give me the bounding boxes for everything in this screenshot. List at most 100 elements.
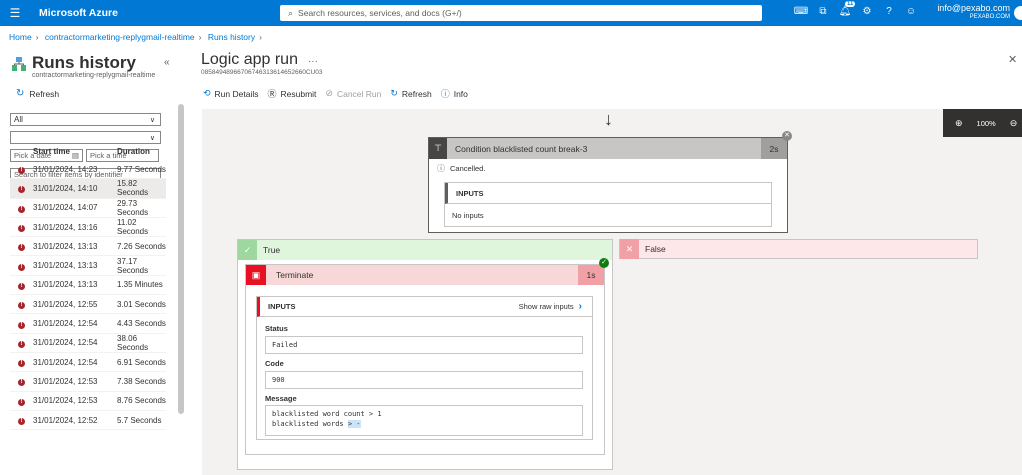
condition-icon: ⊤ (429, 138, 447, 159)
start-time-cell: 31/01/2024, 12:54 (33, 338, 98, 348)
condition-title: Condition blacklisted count break-3 (455, 143, 588, 154)
table-row[interactable]: ! 31/01/2024, 12:52 5.7 Seconds (10, 411, 166, 431)
condition-inputs-value: No inputs (452, 211, 484, 220)
run-details-button[interactable]: ⟲ Run Details (203, 88, 258, 99)
true-branch-header[interactable]: ✓ True (238, 240, 612, 260)
status-filter-value: All (14, 115, 23, 124)
search-icon: ⌕ (288, 7, 294, 18)
info-label: Info (453, 88, 468, 99)
table-row[interactable]: ! 31/01/2024, 12:54 6.91 Seconds (10, 353, 166, 373)
terminate-inputs-label: INPUTS (268, 302, 296, 311)
history-icon: ⟲ (203, 88, 211, 98)
refresh-runs-button[interactable]: ↻ Refresh (16, 88, 59, 99)
code-field-value: 900 (265, 371, 583, 389)
collapse-panel-icon[interactable]: « (164, 57, 170, 68)
terminate-title: Terminate (276, 270, 314, 280)
zoom-level: 100% (976, 118, 996, 128)
cloud-shell-icon[interactable]: ⌨ (790, 6, 812, 17)
logic-app-icon (12, 57, 26, 71)
account-menu[interactable]: info@pexabo.com PEXABO.COM (937, 3, 1010, 20)
notifications-icon[interactable]: 🔔︎ 11 (834, 1, 856, 17)
error-icon: ! (18, 167, 25, 175)
refresh-label: Refresh (401, 88, 432, 99)
breadcrumb-logic-app[interactable]: contractormarketing-replygmail-realtime (45, 32, 195, 42)
table-row[interactable]: ! 31/01/2024, 14:10 15.82 Seconds (10, 179, 166, 199)
run-id: 08584948966706746313614652660CU03 (201, 69, 323, 76)
table-row[interactable]: ! 31/01/2024, 12:54 4.43 Seconds (10, 314, 166, 334)
column-start-time[interactable]: Start time (33, 147, 117, 156)
refresh-icon: ↻ (390, 88, 398, 98)
panel-title: Runs history (32, 53, 136, 72)
top-icons: ⌨ ⧉ 🔔︎ 11 ⚙ ? ☺ (790, 1, 922, 17)
zoom-in-icon[interactable]: ⊕ (955, 118, 963, 129)
error-status-cell: ! (10, 319, 33, 329)
status-filter-dropdown[interactable]: All ∨ (10, 113, 161, 126)
table-row[interactable]: ! 31/01/2024, 12:54 38.06 Seconds (10, 334, 166, 353)
panel-scrollbar[interactable] (178, 104, 184, 414)
condition-header[interactable]: ⊤ Condition blacklisted count break-3 2s (429, 138, 787, 159)
help-icon[interactable]: ? (878, 6, 900, 17)
start-time-cell: 31/01/2024, 12:54 (33, 357, 98, 367)
breadcrumb-separator: › (35, 32, 39, 42)
runs-table: Start time Duration ! 31/01/2024, 14:23 9.… (10, 142, 166, 431)
terminate-inputs-header: INPUTS Show raw inputs › (257, 297, 592, 317)
terminate-header[interactable]: ▣ Terminate 1s (246, 265, 604, 285)
table-row[interactable]: ! 31/01/2024, 12:55 3.01 Seconds (10, 295, 166, 315)
table-row[interactable]: ! 31/01/2024, 14:07 29.73 Seconds (10, 199, 166, 218)
breadcrumb-home[interactable]: Home (9, 32, 32, 42)
top-bar: ☰ Microsoft Azure ⌕ Search resources, se… (0, 0, 1022, 26)
table-row[interactable]: ! 31/01/2024, 13:13 1.35 Minutes (10, 276, 166, 296)
search-placeholder: Search resources, services, and docs (G+… (298, 8, 462, 18)
more-options-icon[interactable]: ··· (308, 56, 318, 67)
resubmit-icon: Ⓡ (267, 89, 277, 99)
resubmit-button[interactable]: Ⓡ Resubmit (267, 87, 316, 100)
account-email: info@pexabo.com (937, 3, 1010, 13)
condition-card[interactable]: ⊤ Condition blacklisted count break-3 2s… (428, 137, 788, 233)
column-duration[interactable]: Duration (117, 147, 166, 156)
settings-gear-icon[interactable]: ⚙ (856, 6, 878, 17)
info-button[interactable]: ⓘ Info (441, 87, 468, 100)
false-branch-label: False (645, 244, 666, 254)
message-line: blacklisted word count > 1 (272, 410, 382, 418)
error-status-cell: ! (10, 299, 33, 310)
table-row[interactable]: ! 31/01/2024, 12:53 7.38 Seconds (10, 372, 166, 392)
refresh-label: Refresh (29, 88, 60, 99)
brand-title[interactable]: Microsoft Azure (39, 7, 118, 19)
terminate-icon: ▣ (246, 265, 266, 285)
chevron-down-icon: ∨ (149, 134, 155, 142)
table-row[interactable]: ! 31/01/2024, 13:13 7.26 Seconds (10, 237, 166, 257)
true-branch-label: True (263, 245, 281, 255)
duration-cell: 7.26 Seconds (117, 241, 166, 251)
cancelled-status-icon: ✕ (782, 131, 792, 141)
hamburger-menu-icon[interactable]: ☰ (0, 6, 30, 20)
close-icon[interactable]: ✕ (1008, 53, 1017, 66)
code-field-label: Code (265, 359, 284, 368)
avatar[interactable] (1014, 6, 1022, 20)
refresh-button[interactable]: ↻ Refresh (390, 88, 431, 99)
table-row[interactable]: ! 31/01/2024, 13:16 11.02 Seconds (10, 218, 166, 238)
directory-filter-icon[interactable]: ⧉ (812, 6, 834, 17)
start-time-cell: 31/01/2024, 12:54 (33, 319, 98, 329)
duration-cell: 8.76 Seconds (117, 396, 166, 406)
start-time-cell: 31/01/2024, 13:13 (33, 280, 98, 290)
duration-cell: 5.7 Seconds (117, 415, 162, 425)
refresh-icon: ↻ (16, 88, 25, 99)
error-icon: ! (18, 186, 25, 194)
panel-header: Runs history contractormarketing-replygm… (12, 54, 155, 79)
start-time-cell: 31/01/2024, 13:13 (33, 241, 98, 251)
show-raw-inputs-link[interactable]: Show raw inputs › (519, 301, 582, 312)
table-row[interactable]: ! 31/01/2024, 13:13 37.17 Seconds (10, 256, 166, 276)
breadcrumb-runs-history[interactable]: Runs history (208, 32, 255, 42)
chevron-down-icon: ∨ (149, 116, 155, 124)
cancel-run-button[interactable]: ⊘ Cancel Run (325, 88, 381, 99)
duration-cell: 9.77 Seconds (117, 164, 166, 174)
global-search-input[interactable]: ⌕ Search resources, services, and docs (… (280, 5, 762, 21)
feedback-icon[interactable]: ☺ (900, 6, 922, 17)
false-branch-header[interactable]: ✕ False (619, 239, 978, 259)
table-row[interactable]: ! 31/01/2024, 14:23 9.77 Seconds (10, 160, 166, 180)
toolbar: ⟲ Run Details Ⓡ Resubmit ⊘ Cancel Run ↻ Refr… (203, 87, 477, 100)
table-row[interactable]: ! 31/01/2024, 12:53 8.76 Seconds (10, 392, 166, 411)
zoom-out-icon[interactable]: ⊖ (1010, 118, 1018, 129)
error-icon: ! (18, 360, 25, 368)
error-status-cell: ! (10, 376, 33, 387)
